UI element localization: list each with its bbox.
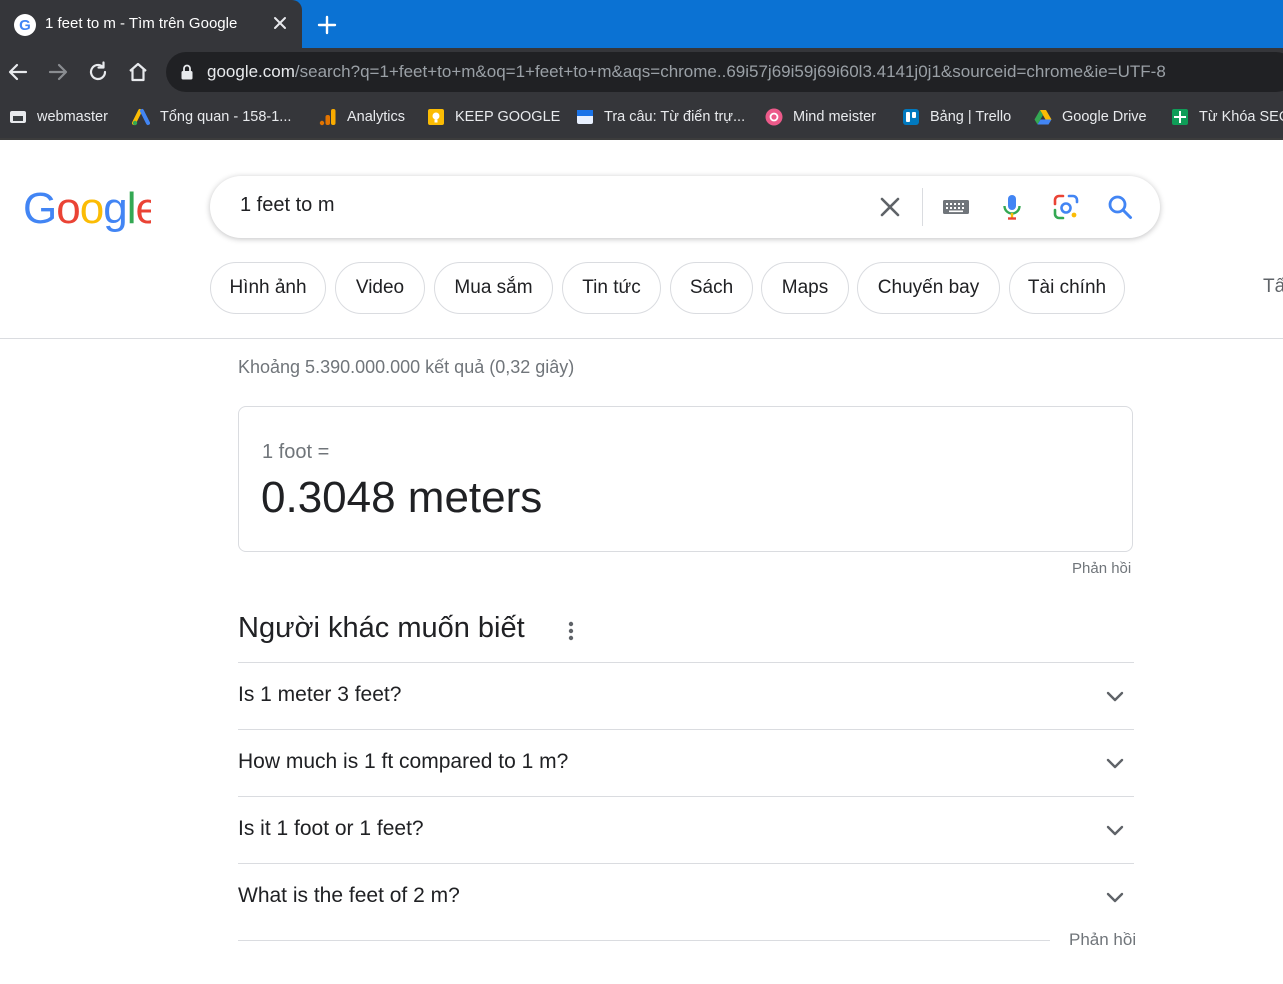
bookmark-google-ads[interactable]: Tổng quan - 158-1... bbox=[132, 106, 291, 128]
bookmark-trello[interactable]: Bảng | Trello bbox=[902, 106, 1011, 128]
browser-tab-active[interactable]: G 1 feet to m - Tìm trên Google bbox=[0, 0, 302, 48]
chip-shopping[interactable]: Mua sắm bbox=[434, 262, 553, 314]
more-options-icon[interactable] bbox=[563, 618, 579, 646]
tab-title: 1 feet to m - Tìm trên Google bbox=[45, 15, 238, 32]
chip-flights[interactable]: Chuyến bay bbox=[857, 262, 1000, 314]
analytics-icon bbox=[319, 109, 336, 126]
chip-tools-truncated[interactable]: Tấ bbox=[1263, 276, 1283, 298]
google-ads-icon bbox=[132, 109, 150, 126]
bookmark-mindmeister[interactable]: Mind meister bbox=[765, 106, 876, 128]
chip-books[interactable]: Sách bbox=[670, 262, 753, 314]
chevron-down-icon[interactable] bbox=[1104, 819, 1126, 841]
url-text: google.com/search?q=1+feet+to+m&oq=1+fee… bbox=[207, 62, 1166, 81]
forward-icon[interactable] bbox=[46, 60, 70, 84]
clear-icon[interactable] bbox=[876, 193, 904, 221]
back-icon[interactable] bbox=[6, 60, 30, 84]
search-box[interactable]: 1 feet to m bbox=[210, 176, 1160, 238]
question-text: Is 1 meter 3 feet? bbox=[238, 683, 402, 706]
bookmark-google-drive[interactable]: Google Drive bbox=[1034, 106, 1147, 128]
microphone-icon[interactable] bbox=[998, 193, 1026, 221]
converter-from: 1 foot = bbox=[262, 441, 330, 463]
dictionary-icon bbox=[577, 110, 593, 124]
question-item[interactable]: How much is 1 ft compared to 1 m? bbox=[238, 729, 1134, 796]
question-item[interactable]: Is it 1 foot or 1 feet? bbox=[238, 796, 1134, 863]
question-text: What is the feet of 2 m? bbox=[238, 884, 460, 907]
bookmark-keep[interactable]: KEEP GOOGLE bbox=[427, 106, 560, 128]
bookmarks-bar: webmaster Tổng quan - 158-1... Analytics… bbox=[0, 96, 1283, 140]
browser-toolbar: google.com/search?q=1+feet+to+m&oq=1+fee… bbox=[0, 48, 1283, 96]
close-tab-icon[interactable] bbox=[270, 13, 290, 33]
drive-icon bbox=[1034, 110, 1052, 125]
webmaster-icon bbox=[10, 111, 26, 123]
google-logo[interactable]: Google bbox=[23, 183, 151, 233]
bookmark-analytics[interactable]: Analytics bbox=[319, 106, 405, 128]
home-icon[interactable] bbox=[126, 60, 150, 84]
question-item[interactable]: What is the feet of 2 m? bbox=[238, 863, 1134, 930]
header-divider bbox=[0, 338, 1283, 339]
people-also-ask-list: Is 1 meter 3 feet? How much is 1 ft comp… bbox=[238, 662, 1134, 930]
keyboard-icon[interactable] bbox=[942, 193, 970, 221]
converter-feedback-link[interactable]: Phản hồi bbox=[1072, 560, 1131, 577]
lock-icon[interactable] bbox=[180, 64, 194, 80]
search-icon[interactable] bbox=[1106, 193, 1134, 221]
chip-video[interactable]: Video bbox=[335, 262, 425, 314]
reload-icon[interactable] bbox=[86, 60, 110, 84]
question-item[interactable]: Is 1 meter 3 feet? bbox=[238, 662, 1134, 729]
question-text: How much is 1 ft compared to 1 m? bbox=[238, 750, 569, 773]
bookmark-webmaster[interactable]: webmaster bbox=[9, 106, 108, 128]
bookmark-dictionary[interactable]: Tra câu: Từ điển trự... bbox=[576, 106, 745, 128]
address-bar[interactable]: google.com/search?q=1+feet+to+m&oq=1+fee… bbox=[166, 52, 1283, 92]
people-also-ask-title: Người khác muốn biết bbox=[238, 612, 525, 644]
chevron-down-icon[interactable] bbox=[1104, 752, 1126, 774]
google-lens-icon[interactable] bbox=[1052, 193, 1080, 221]
svg-text:Google: Google bbox=[23, 184, 151, 233]
chip-maps[interactable]: Maps bbox=[761, 262, 849, 314]
keep-icon bbox=[428, 109, 444, 125]
tab-strip: G 1 feet to m - Tìm trên Google bbox=[0, 0, 1283, 48]
result-stats: Khoảng 5.390.000.000 kết quả (0,32 giây) bbox=[238, 357, 575, 377]
paa-bottom-divider bbox=[238, 940, 1050, 941]
bookmark-sheets[interactable]: Từ Khóa SEO bbox=[1171, 106, 1283, 128]
chip-finance[interactable]: Tài chính bbox=[1009, 262, 1125, 314]
unit-converter-card: 1 foot = 0.3048 meters bbox=[238, 406, 1133, 552]
chevron-down-icon[interactable] bbox=[1104, 886, 1126, 908]
chevron-down-icon[interactable] bbox=[1104, 685, 1126, 707]
chip-images[interactable]: Hình ảnh bbox=[210, 262, 326, 314]
converter-result: 0.3048 meters bbox=[261, 473, 543, 522]
chip-news[interactable]: Tin tức bbox=[562, 262, 661, 314]
search-input[interactable]: 1 feet to m bbox=[240, 194, 335, 217]
trello-icon bbox=[903, 109, 919, 125]
sheets-icon bbox=[1172, 109, 1188, 125]
question-text: Is it 1 foot or 1 feet? bbox=[238, 817, 424, 840]
search-divider bbox=[922, 188, 923, 226]
google-favicon-icon: G bbox=[14, 14, 36, 36]
new-tab-icon[interactable] bbox=[316, 14, 338, 36]
mindmeister-icon bbox=[765, 108, 783, 126]
paa-feedback-link[interactable]: Phản hồi bbox=[1069, 930, 1136, 950]
svg-text:G: G bbox=[19, 17, 31, 34]
